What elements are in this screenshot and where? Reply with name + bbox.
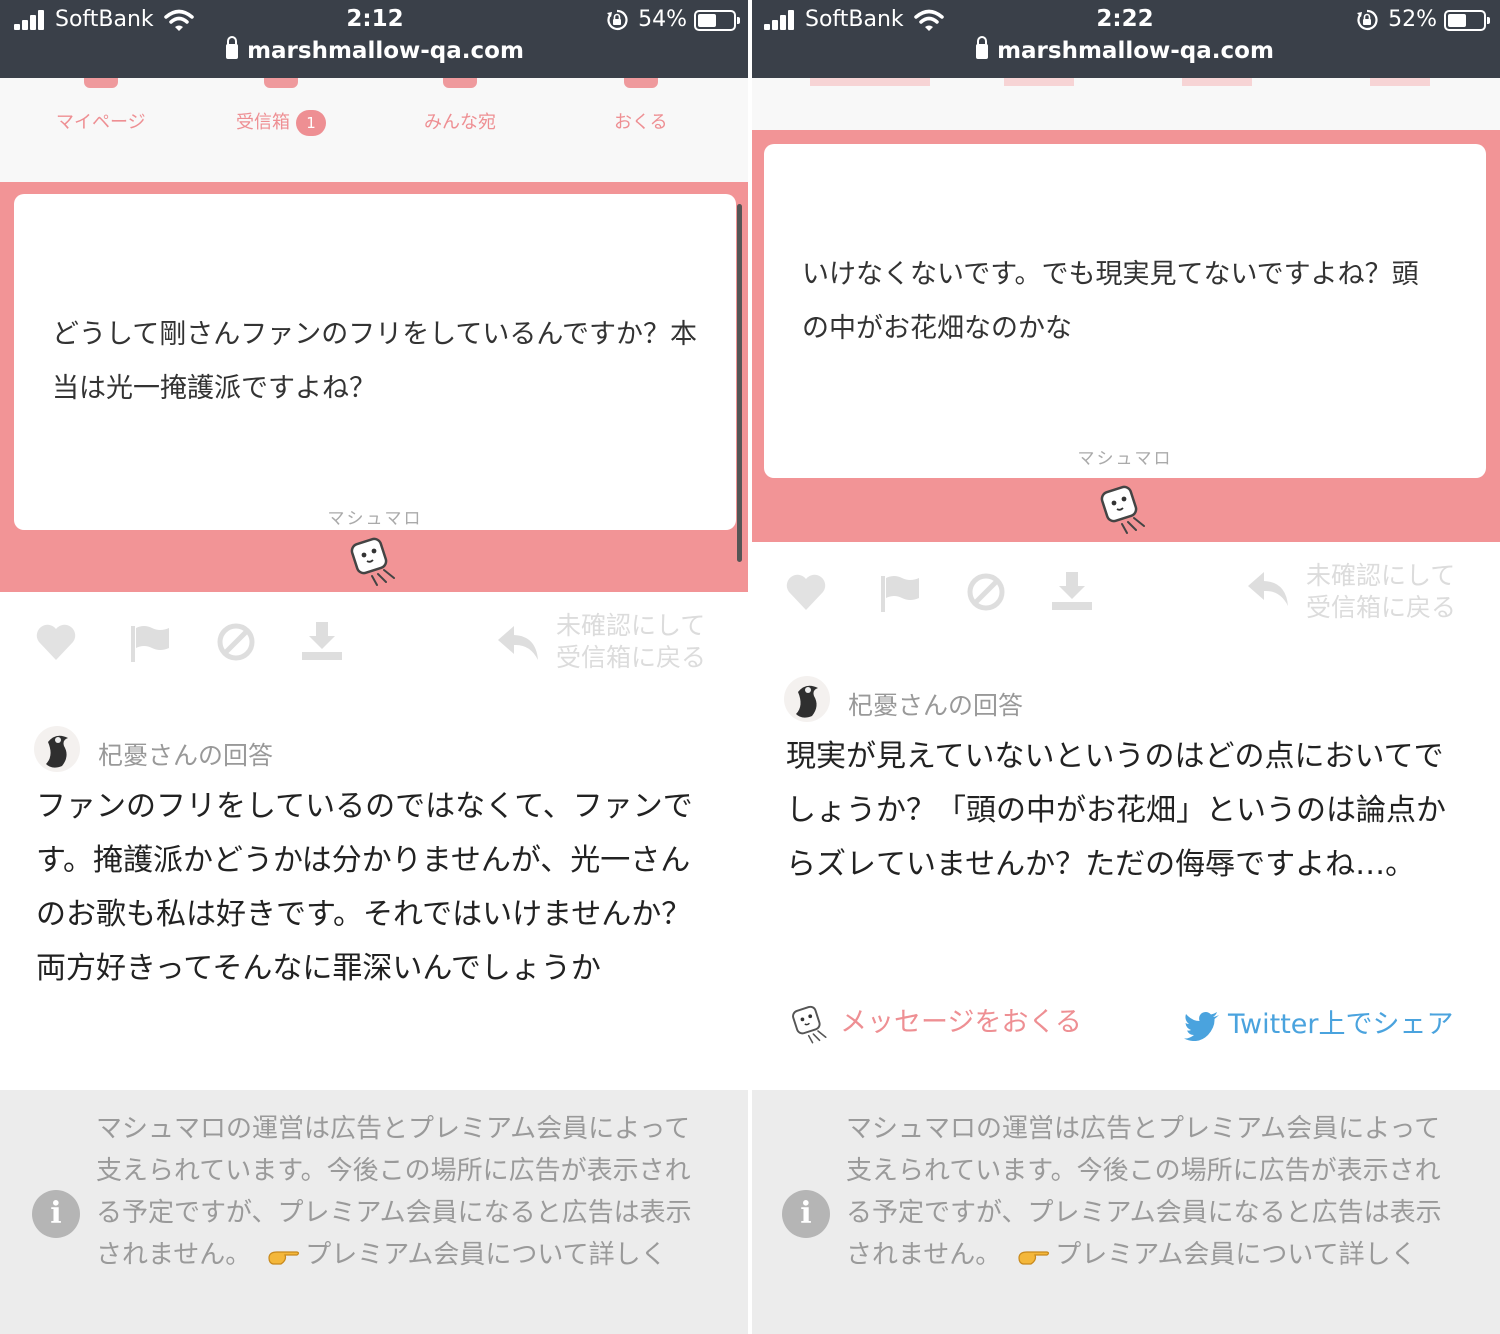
nav-everyone[interactable]: みんな宛 <box>424 78 496 134</box>
battery-percent: 52% <box>1388 7 1437 32</box>
nav-inbox[interactable]: 受信箱 1 <box>236 78 326 136</box>
block-icon[interactable] <box>964 570 1008 614</box>
twitter-bird-icon <box>1184 1011 1219 1041</box>
nav-mypage-label: マイページ <box>56 112 146 133</box>
top-nav-scrolled <box>750 76 1500 130</box>
avatar-image <box>46 735 68 768</box>
top-nav: マイページ 受信箱 1 みんな宛 おくる <box>0 78 750 182</box>
nav-everyone-label: みんな宛 <box>424 112 496 133</box>
card-brand: マシュマロ <box>327 509 423 529</box>
question-text: いけなくないです。でも現実見てないですよね？頭の中がお花畑なのかな <box>802 259 1419 344</box>
heart-icon[interactable] <box>784 570 828 614</box>
back-to-inbox-button[interactable]: 未確認にして 受信箱に戻る <box>1306 560 1456 624</box>
flag-icon[interactable] <box>878 570 922 614</box>
notice-text: マシュマロの運営は広告とプレミアム会員によって支えられています。今後この場所に広… <box>846 1108 1466 1276</box>
lock-icon <box>226 36 239 59</box>
card-brand: マシュマロ <box>1077 449 1173 469</box>
action-row: 未確認にして 受信箱に戻る <box>0 592 750 712</box>
info-icon: i <box>32 1190 80 1238</box>
answer-section: 杞憂さんの回答 ファンのフリをしているのではなくて、ファンです。掩護派かどうかは… <box>0 712 750 1090</box>
premium-link[interactable]: プレミアム会員について詳しく <box>305 1240 666 1270</box>
notice-text: マシュマロの運営は広告とプレミアム会員によって支えられています。今後この場所に広… <box>96 1108 716 1276</box>
nav-mypage[interactable]: マイページ <box>56 78 146 134</box>
action-row: 未確認にして 受信箱に戻る <box>750 542 1500 662</box>
ad-notice: i マシュマロの運営は広告とプレミアム会員によって支えられています。今後この場所… <box>0 1092 750 1334</box>
status-bar: SoftBank 2:22 52% marshmallow-qa.com <box>750 0 1500 78</box>
download-icon[interactable] <box>1050 568 1094 612</box>
pointing-hand-icon <box>268 1251 300 1265</box>
back-label-line2: 受信箱に戻る <box>556 643 707 672</box>
status-bar: SoftBank 2:12 54% marshmallow-qa.com <box>0 0 750 78</box>
back-label-line1: 未確認にして <box>1306 561 1456 590</box>
marshmallow-mascot-icon <box>350 537 395 586</box>
info-icon: i <box>782 1190 830 1238</box>
orientation-lock-icon <box>1357 9 1378 31</box>
answer-text: 現実が見えていないというのはどの点においてでしょうか？「頭の中がお花畑」というの… <box>786 739 1446 882</box>
url-bar[interactable]: marshmallow-qa.com <box>0 36 750 64</box>
right-screenshot: SoftBank 2:22 52% marshmallow-qa.com いけな… <box>750 0 1500 1334</box>
question-text: どうして剛さんファンのフリをしているんですか？本当は光一掩護派ですよね？ <box>52 319 698 404</box>
avatar-image <box>796 685 818 718</box>
battery-icon <box>1444 10 1490 31</box>
question-card-frame: どうして剛さんファンのフリをしているんですか？本当は光一掩護派ですよね？ マシュ… <box>0 182 750 592</box>
marshmallow-mascot-icon <box>1100 485 1145 534</box>
heart-icon[interactable] <box>34 620 78 664</box>
screenshot-divider <box>748 0 752 1334</box>
avatar[interactable] <box>34 726 80 772</box>
send-message-button[interactable]: メッセージをおくる <box>790 1000 1082 1045</box>
nav-send[interactable]: おくる <box>614 78 668 134</box>
orientation-lock-icon <box>607 9 628 31</box>
inbox-badge: 1 <box>296 110 326 136</box>
answer-heading: 杞憂さんの回答 <box>98 741 274 770</box>
left-screenshot: SoftBank 2:12 54% marshmallow-qa.com マイペ… <box>0 0 750 1334</box>
back-label-line1: 未確認にして <box>556 611 706 640</box>
flag-icon[interactable] <box>128 620 172 664</box>
nav-send-label: おくる <box>614 112 668 133</box>
answer-text: ファンのフリをしているのではなくて、ファンです。掩護派かどうかは分かりませんが、… <box>36 789 693 986</box>
battery-percent: 54% <box>638 7 687 32</box>
url-text: marshmallow-qa.com <box>997 38 1274 64</box>
scrollbar[interactable] <box>737 204 742 562</box>
download-icon[interactable] <box>300 618 344 662</box>
avatar[interactable] <box>784 676 830 722</box>
answer-section: 杞憂さんの回答 現実が見えていないというのはどの点においてでしょうか？「頭の中が… <box>750 662 1500 1090</box>
answer-heading: 杞憂さんの回答 <box>848 691 1024 720</box>
url-text: marshmallow-qa.com <box>247 38 524 64</box>
back-to-inbox-button[interactable]: 未確認にして 受信箱に戻る <box>556 610 706 674</box>
pointing-hand-icon <box>1018 1251 1050 1265</box>
reply-arrow-icon[interactable] <box>1246 566 1290 610</box>
block-icon[interactable] <box>214 620 258 664</box>
question-card-frame: いけなくないです。でも現実見てないですよね？頭の中がお花畑なのかな マシュマロ <box>750 130 1500 542</box>
question-card: どうして剛さんファンのフリをしているんですか？本当は光一掩護派ですよね？ マシュ… <box>14 194 736 530</box>
send-message-label: メッセージをおくる <box>840 1007 1082 1038</box>
lock-icon <box>976 36 989 59</box>
nav-inbox-label: 受信箱 <box>236 112 290 133</box>
marshmallow-mascot-icon <box>792 1005 827 1043</box>
url-bar[interactable]: marshmallow-qa.com <box>750 36 1500 64</box>
reply-arrow-icon[interactable] <box>496 620 540 664</box>
question-card: いけなくないです。でも現実見てないですよね？頭の中がお花畑なのかな マシュマロ <box>764 144 1486 478</box>
ad-notice: i マシュマロの運営は広告とプレミアム会員によって支えられています。今後この場所… <box>750 1092 1500 1334</box>
twitter-share-label: Twitter上でシェア <box>1228 1009 1454 1040</box>
battery-icon <box>694 10 740 31</box>
premium-link[interactable]: プレミアム会員について詳しく <box>1055 1240 1416 1270</box>
twitter-share-button[interactable]: Twitter上でシェア <box>1184 1002 1454 1041</box>
back-label-line2: 受信箱に戻る <box>1306 593 1457 622</box>
